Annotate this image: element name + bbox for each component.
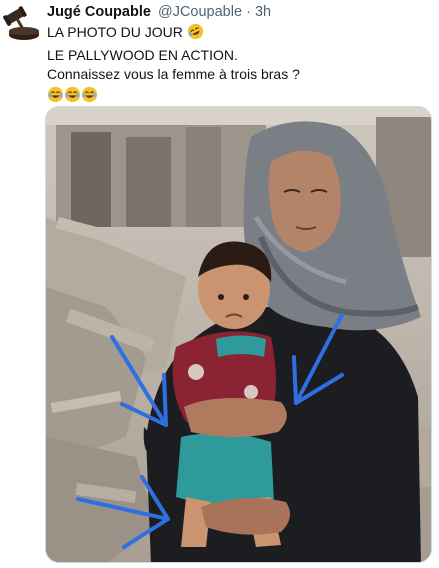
tears-of-joy-emoji-icon	[47, 86, 64, 109]
avatar[interactable]	[2, 4, 40, 42]
tweet-text-line-2: LE PALLYWOOD EN ACTION.	[47, 46, 238, 63]
tweet-header: Jugé Coupable @JCoupable · 3h	[47, 3, 271, 21]
tweet-text-line-4	[47, 86, 300, 109]
author-handle[interactable]: @JCoupable	[158, 4, 242, 20]
rolling-on-floor-laughing-emoji-icon	[187, 23, 204, 46]
tweet-text: LA PHOTO DU JOUR LE PALLYWOOD EN ACTION.…	[47, 23, 300, 108]
tweet-timestamp[interactable]: 3h	[255, 4, 271, 20]
author-name[interactable]: Jugé Coupable	[47, 4, 151, 20]
tears-of-joy-emoji-icon	[81, 86, 98, 109]
gavel-icon	[2, 4, 40, 42]
tears-of-joy-emoji-icon	[64, 86, 81, 109]
tweet-photo[interactable]	[45, 106, 432, 563]
separator-dot: ·	[246, 4, 251, 20]
tweet-text-line-3: Connaissez vous la femme à trois bras ?	[47, 66, 300, 82]
tweet-text-line-1: LA PHOTO DU JOUR	[47, 23, 300, 46]
photo-illustration	[46, 107, 431, 562]
